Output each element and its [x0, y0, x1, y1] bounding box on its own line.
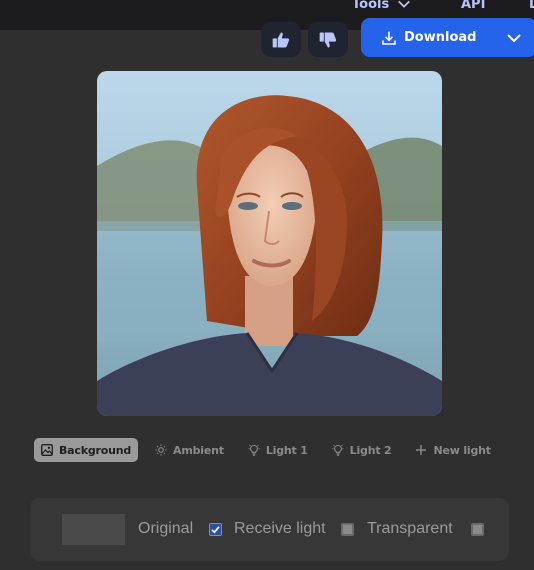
download-main-action[interactable]: Download [361, 18, 476, 57]
nav-more-link[interactable]: L [529, 0, 534, 13]
transparent-label: Transparent [367, 520, 453, 537]
download-label: Download [404, 30, 477, 45]
thumbs-up-button[interactable] [261, 22, 301, 57]
thumbs-down-icon [319, 32, 337, 47]
original-label: Original [138, 520, 194, 537]
download-button[interactable]: Download [361, 18, 534, 57]
transparent-checkbox[interactable] [471, 523, 484, 536]
receive-light-label: Receive light [234, 520, 326, 537]
bulb-icon [248, 444, 260, 456]
download-icon [382, 31, 396, 45]
background-color-swatch[interactable] [62, 514, 125, 545]
lighting-tabs: Background Ambient Light 1 Light 2 New l… [34, 438, 498, 462]
new-light-label: New light [433, 443, 491, 457]
plus-icon [416, 445, 427, 455]
sun-icon [155, 444, 167, 456]
bulb-icon [332, 444, 344, 456]
thumbs-down-button[interactable] [308, 22, 348, 57]
tab-background-label: Background [59, 443, 132, 457]
chevron-down-icon [398, 0, 411, 8]
result-image [97, 71, 442, 416]
download-options-toggle[interactable] [499, 18, 529, 57]
tab-light-1[interactable]: Light 1 [241, 438, 315, 462]
nav-api-label: API [461, 0, 486, 12]
thumbs-up-icon [272, 32, 290, 47]
tab-light-2-label: Light 2 [349, 443, 392, 457]
chevron-down-icon [507, 33, 521, 42]
checkmark-icon [211, 526, 220, 534]
tab-light-1-label: Light 1 [265, 443, 308, 457]
tab-ambient-label: Ambient [173, 443, 224, 457]
nav-tools-menu[interactable]: Tools [352, 0, 411, 13]
portrait-photo [97, 71, 442, 416]
new-light-button[interactable]: New light [408, 438, 497, 462]
background-options-panel: Original Receive light Transparent [30, 498, 509, 561]
nav-tools-label: Tools [352, 0, 390, 12]
original-checkbox[interactable] [209, 523, 222, 536]
image-icon [41, 444, 53, 456]
tab-ambient[interactable]: Ambient [148, 438, 231, 462]
tab-light-2[interactable]: Light 2 [325, 438, 399, 462]
nav-more-label: L [529, 0, 534, 12]
tab-background[interactable]: Background [34, 438, 139, 462]
receive-light-checkbox[interactable] [341, 523, 354, 536]
nav-api-link[interactable]: API [461, 0, 485, 13]
